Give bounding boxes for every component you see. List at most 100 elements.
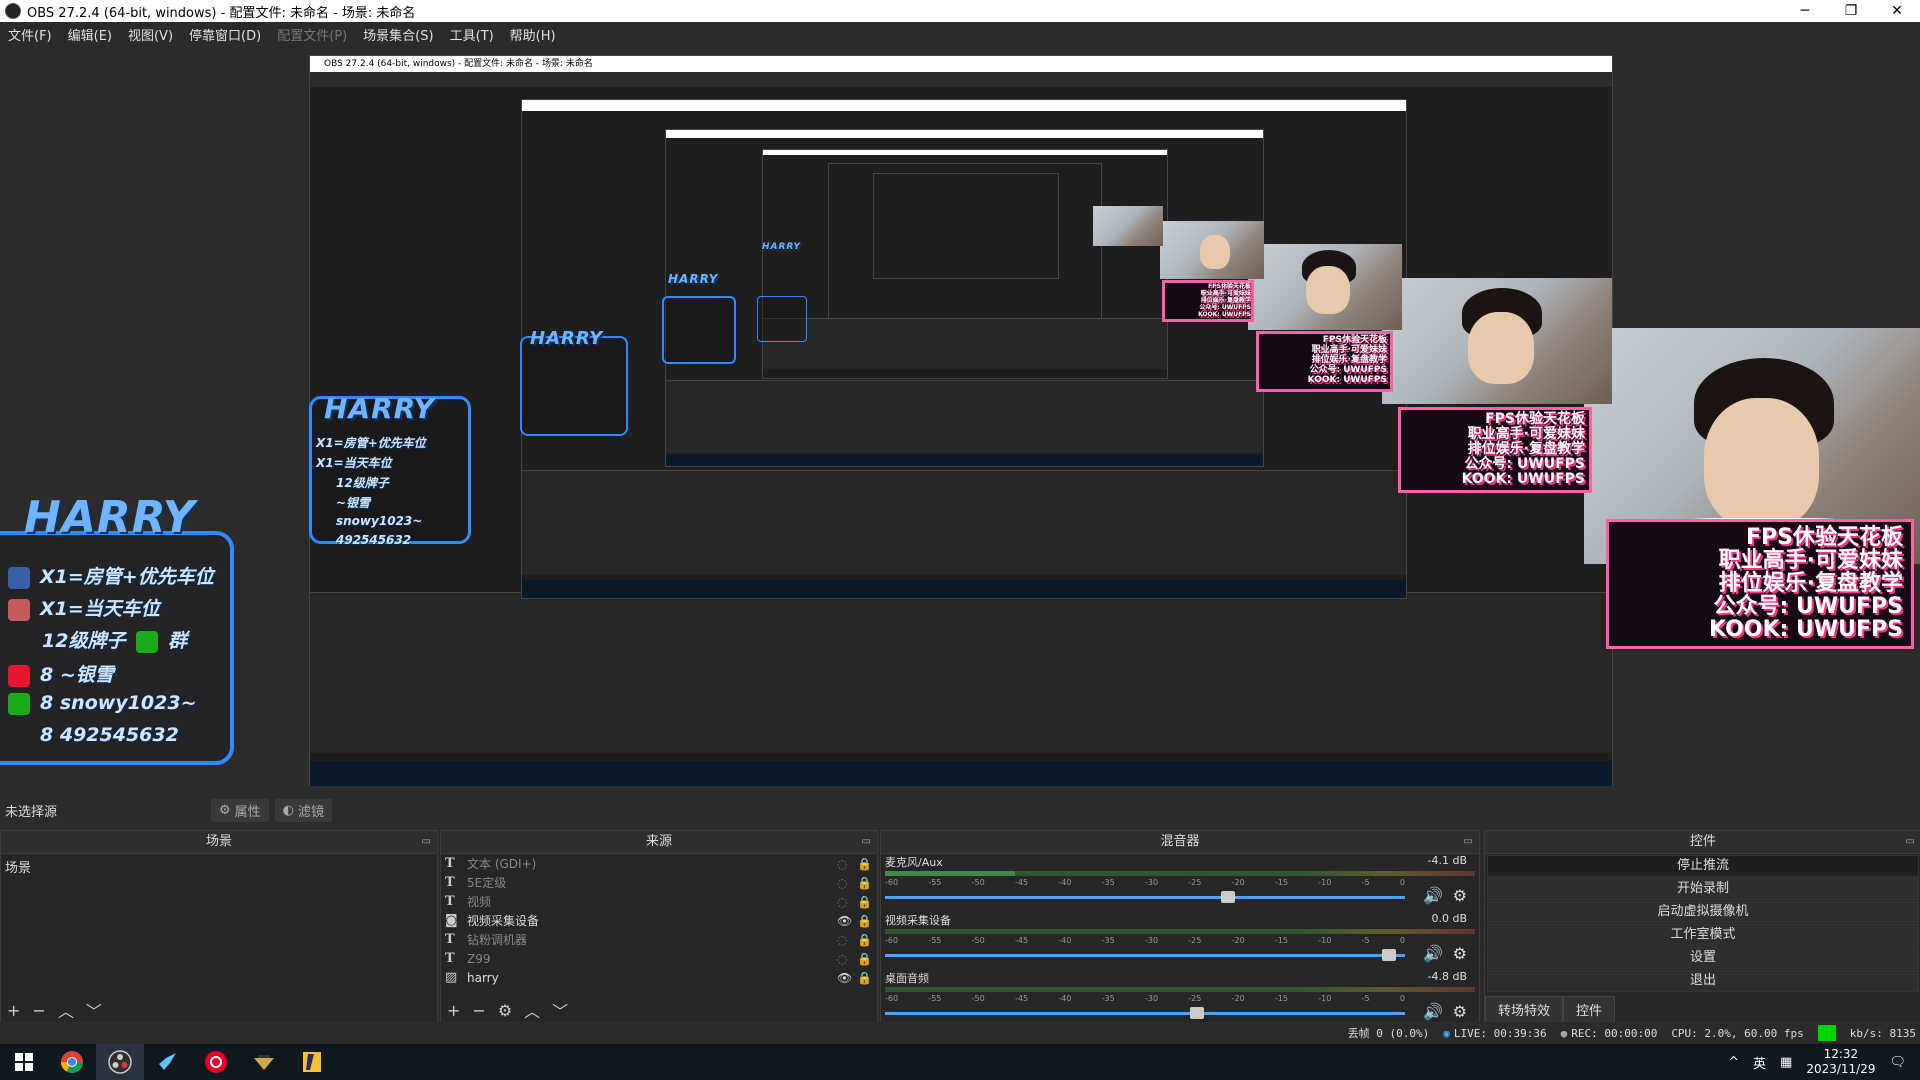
- harry-info-card-nested-3: [662, 296, 736, 364]
- nested-preview-5: [828, 163, 1102, 319]
- eye-icon[interactable]: 👁: [837, 914, 857, 928]
- studio-mode-button[interactable]: 工作室模式: [1487, 924, 1919, 946]
- menu-file[interactable]: 文件(F): [0, 25, 60, 44]
- eye-icon[interactable]: 👁: [837, 971, 857, 985]
- chrome-icon[interactable]: [48, 1044, 96, 1080]
- source-item[interactable]: ◙ 视频采集设备 👁 🔒: [441, 911, 877, 930]
- app-launcher-icon[interactable]: [288, 1044, 336, 1080]
- menu-scene-collection[interactable]: 场景集合(S): [355, 25, 441, 44]
- windows-start-icon[interactable]: [0, 1044, 48, 1080]
- move-source-down-button[interactable]: ﹀: [552, 998, 568, 1022]
- keyboard-icon[interactable]: ▦: [1780, 1055, 1792, 1070]
- harry-line-3: 12级牌子 群: [42, 630, 188, 653]
- camera-source-icon: ◙: [445, 913, 458, 928]
- system-clock[interactable]: 12:32 2023/11/29: [1806, 1047, 1875, 1077]
- move-scene-up-button[interactable]: ︿: [58, 998, 74, 1022]
- speaker-icon[interactable]: 🔊: [1423, 886, 1443, 905]
- nested-taskbar: [310, 761, 1612, 786]
- obs-taskbar-icon[interactable]: [96, 1044, 144, 1080]
- netease-music-icon[interactable]: [192, 1044, 240, 1080]
- lock-icon[interactable]: 🔒: [857, 914, 877, 928]
- source-item[interactable]: ▨ harry 👁 🔒: [441, 968, 877, 987]
- system-tray: ^ 英 ▦ 12:32 2023/11/29 🗨: [1728, 1047, 1920, 1077]
- menu-view[interactable]: 视图(V): [120, 25, 181, 44]
- text-source-icon: T: [445, 932, 455, 947]
- speaker-icon[interactable]: 🔊: [1423, 944, 1443, 963]
- dock-float-icon[interactable]: ▭: [1464, 831, 1473, 853]
- lock-icon[interactable]: 🔒: [857, 857, 877, 871]
- properties-button[interactable]: ⚙ 属性: [211, 798, 269, 822]
- notification-center-icon[interactable]: 🗨: [1889, 1055, 1906, 1070]
- sources-toolbar: + − ⚙ ︿ ﹀: [441, 997, 877, 1023]
- menu-bar: 文件(F) 编辑(E) 视图(V) 停靠窗口(D) 配置文件(P) 场景集合(S…: [0, 22, 1920, 46]
- gear-icon[interactable]: ⚙: [1453, 1002, 1467, 1021]
- volume-slider[interactable]: [885, 1007, 1405, 1019]
- dock-float-icon[interactable]: ▭: [1906, 831, 1915, 853]
- harry-logo: HARRY: [24, 492, 196, 543]
- mixer-dock-title: 混音器 ▭: [881, 831, 1479, 854]
- settings-button[interactable]: 设置: [1487, 947, 1919, 969]
- scenes-dock: 场景 ▭ 场景 + − ︿ ﹀: [0, 830, 438, 1024]
- lock-icon[interactable]: 🔒: [857, 933, 877, 947]
- dock-float-icon[interactable]: ▭: [862, 831, 871, 853]
- menu-edit[interactable]: 编辑(E): [60, 25, 120, 44]
- add-source-button[interactable]: +: [447, 1001, 460, 1020]
- eye-hidden-icon[interactable]: ◌: [837, 895, 857, 909]
- eye-hidden-icon[interactable]: ◌: [837, 952, 857, 966]
- start-recording-button[interactable]: 开始录制: [1487, 878, 1919, 900]
- filters-button[interactable]: ◐ 滤镜: [274, 798, 333, 822]
- lock-icon[interactable]: 🔒: [857, 895, 877, 909]
- exit-button[interactable]: 退出: [1487, 970, 1919, 992]
- eye-hidden-icon[interactable]: ◌: [837, 857, 857, 871]
- stop-streaming-button[interactable]: 停止推流: [1487, 855, 1919, 877]
- nested-preview-4: [762, 149, 1168, 379]
- remove-scene-button[interactable]: −: [32, 1001, 45, 1020]
- source-properties-button[interactable]: ⚙: [498, 1001, 512, 1020]
- steam-icon[interactable]: [144, 1044, 192, 1080]
- close-button[interactable]: ✕: [1874, 3, 1920, 19]
- menu-help[interactable]: 帮助(H): [502, 25, 564, 44]
- menu-docks[interactable]: 停靠窗口(D): [181, 25, 269, 44]
- volume-meter: [885, 871, 1475, 876]
- gear-icon[interactable]: ⚙: [1453, 944, 1467, 963]
- menu-profile[interactable]: 配置文件(P): [269, 25, 355, 44]
- tray-expand-icon[interactable]: ^: [1728, 1055, 1739, 1070]
- scenes-toolbar: + − ︿ ﹀: [1, 997, 437, 1023]
- gear-icon[interactable]: ⚙: [1453, 886, 1467, 905]
- preview-canvas[interactable]: OBS 27.2.4 (64-bit, windows) - 配置文件: 未命名…: [0, 46, 1920, 786]
- volume-slider[interactable]: [885, 891, 1405, 903]
- move-scene-down-button[interactable]: ﹀: [86, 998, 102, 1022]
- source-item[interactable]: T 文本 (GDI+) ◌ 🔒: [441, 854, 877, 873]
- harry-info-card-nested-4: [757, 296, 807, 342]
- tab-transitions[interactable]: 转场特效: [1485, 996, 1564, 1023]
- move-source-up-button[interactable]: ︿: [524, 998, 540, 1022]
- menu-tools[interactable]: 工具(T): [442, 25, 502, 44]
- lock-icon[interactable]: 🔒: [857, 952, 877, 966]
- minimize-button[interactable]: ─: [1782, 3, 1828, 19]
- window-title: OBS 27.2.4 (64-bit, windows) - 配置文件: 未命名…: [27, 5, 416, 21]
- speaker-icon[interactable]: 🔊: [1423, 1002, 1443, 1021]
- game-launcher-icon[interactable]: [240, 1044, 288, 1080]
- scene-item[interactable]: 场景: [1, 854, 437, 879]
- lock-icon[interactable]: 🔒: [857, 971, 877, 985]
- volume-slider[interactable]: [885, 949, 1405, 961]
- tab-controls[interactable]: 控件: [1563, 996, 1616, 1023]
- source-name: 视频采集设备: [467, 914, 540, 928]
- harry-nested-1-line-1: X1=房管+优先车位: [316, 436, 426, 450]
- source-item[interactable]: T 钻粉调机器 ◌ 🔒: [441, 930, 877, 949]
- mixer-channel: 视频采集设备 0.0 dB -60 -55 -50 -45 -40 -35 -30 -25 -20-…: [881, 912, 1479, 970]
- source-item[interactable]: T Z99 ◌ 🔒: [441, 949, 877, 968]
- restore-button[interactable]: ❐: [1828, 3, 1874, 19]
- eye-hidden-icon[interactable]: ◌: [837, 876, 857, 890]
- eye-hidden-icon[interactable]: ◌: [837, 933, 857, 947]
- source-name: Z99: [467, 951, 491, 966]
- remove-source-button[interactable]: −: [472, 1001, 485, 1020]
- volume-meter: [885, 929, 1475, 934]
- dock-float-icon[interactable]: ▭: [422, 831, 431, 853]
- start-virtual-camera-button[interactable]: 启动虚拟摄像机: [1487, 901, 1919, 923]
- ime-indicator[interactable]: 英: [1753, 1053, 1766, 1072]
- source-item[interactable]: T 视频 ◌ 🔒: [441, 892, 877, 911]
- lock-icon[interactable]: 🔒: [857, 876, 877, 890]
- source-item[interactable]: T 5E定级 ◌ 🔒: [441, 873, 877, 892]
- add-scene-button[interactable]: +: [7, 1001, 20, 1020]
